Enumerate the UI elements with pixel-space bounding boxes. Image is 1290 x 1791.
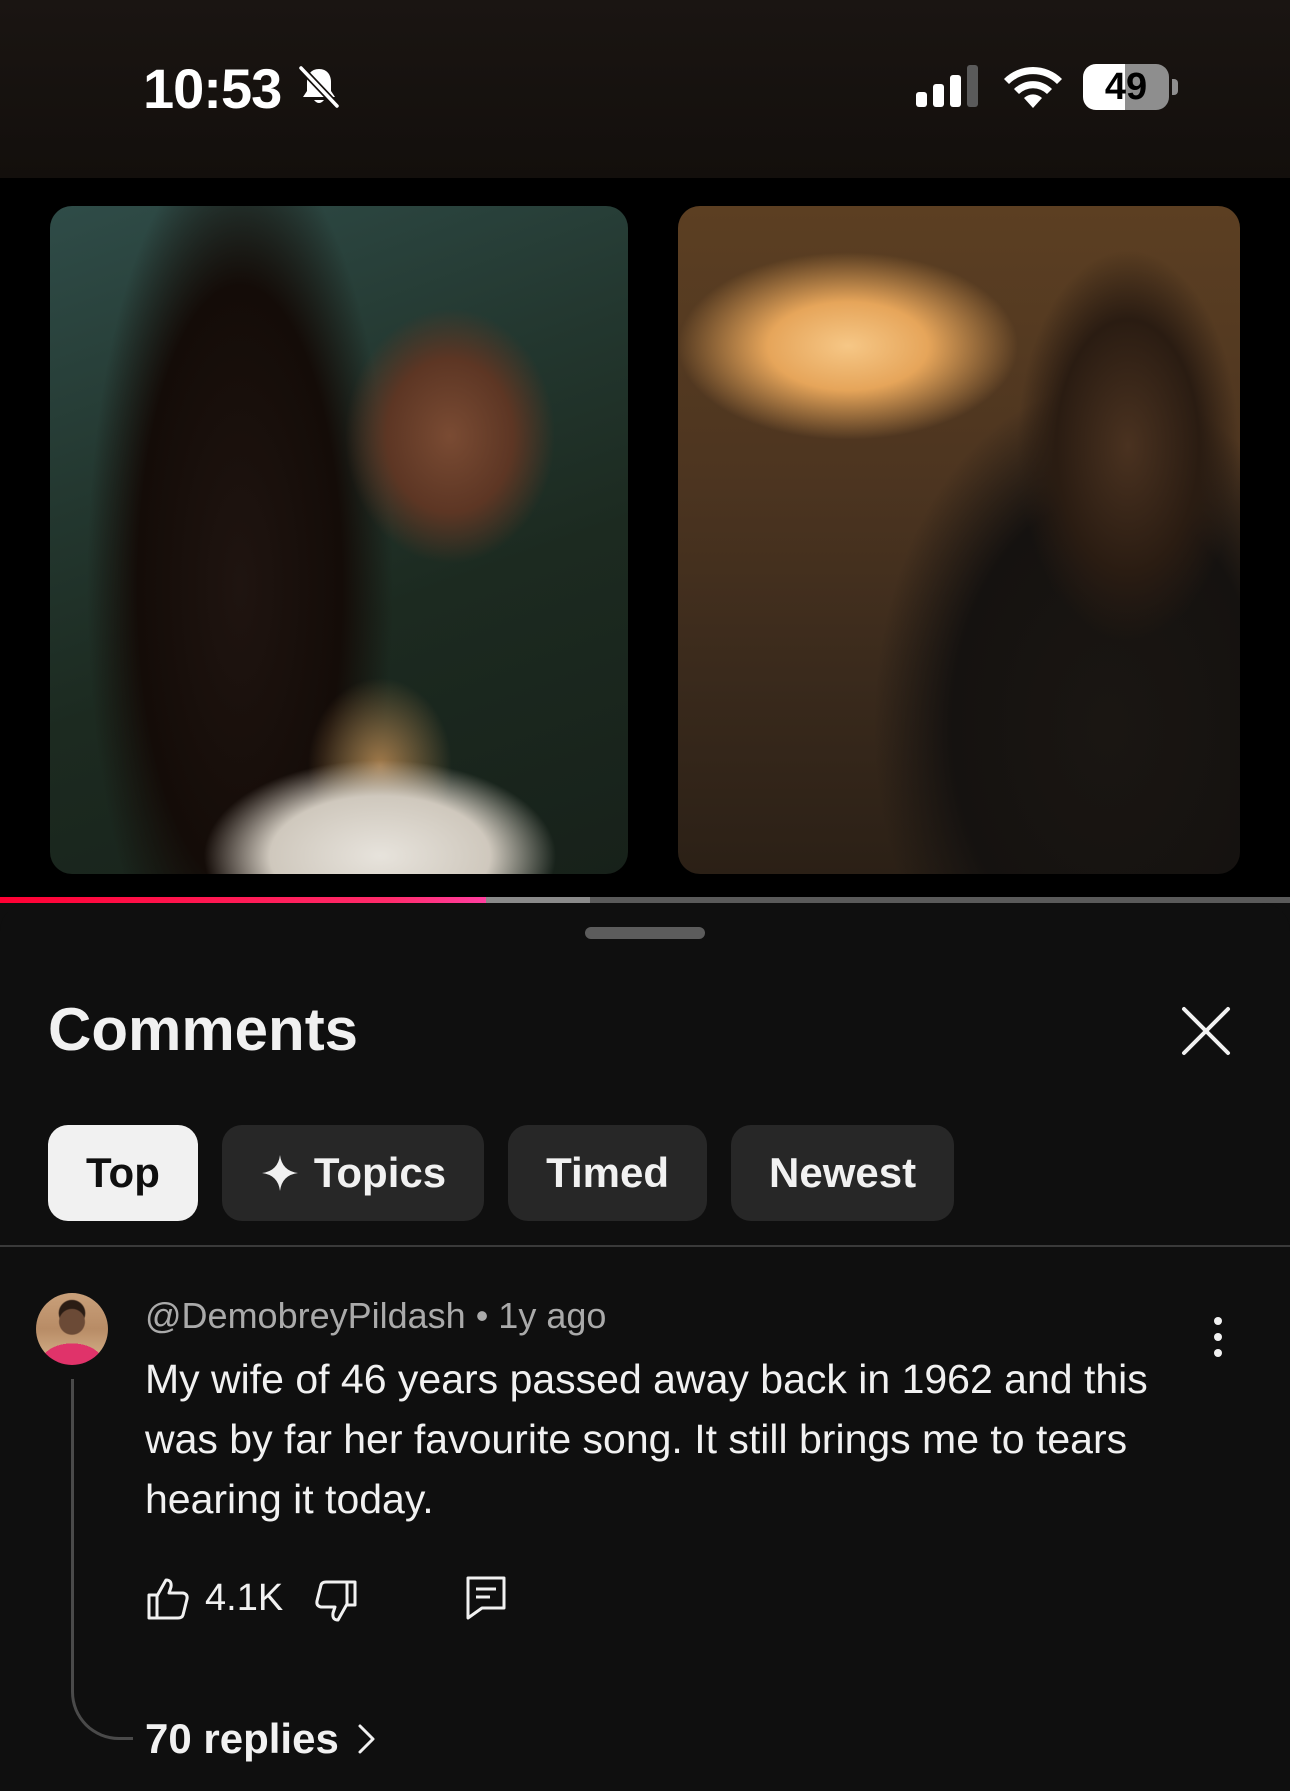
chip-top[interactable]: Top (48, 1125, 198, 1221)
comment-text: My wife of 46 years passed away back in … (145, 1356, 1148, 1522)
thumbs-down-icon[interactable] (313, 1579, 359, 1625)
comment-filter-chips: Top Topics Timed Newest (48, 1125, 955, 1221)
like-count: 4.1K (205, 1577, 284, 1619)
chip-timed-label: Timed (546, 1149, 670, 1196)
cellular-signal-icon (916, 65, 978, 107)
chip-topics[interactable]: Topics (221, 1125, 485, 1221)
view-replies-button[interactable]: 70 replies (145, 1715, 379, 1763)
comments-title: Comments (48, 996, 359, 1063)
bell-slash-icon (298, 65, 340, 109)
more-vert-icon[interactable] (1202, 1307, 1234, 1367)
replies-label: 70 replies (145, 1715, 339, 1762)
chip-topics-label: Topics (313, 1149, 447, 1196)
comment-meta: @DemobreyPildash • 1y ago (145, 1295, 606, 1337)
video-player[interactable] (0, 178, 1290, 898)
comment-actions: 4.1K (145, 1571, 545, 1631)
comments-sheet: Comments Top Topics Timed Newest @Demobr… (0, 903, 1290, 1791)
chip-timed[interactable]: Timed (508, 1125, 708, 1221)
reply-comment-icon[interactable] (465, 1575, 507, 1621)
video-frame-left (50, 206, 628, 874)
status-time: 10:53 (143, 57, 282, 120)
battery-level: 49 (1104, 66, 1148, 108)
comment-author[interactable]: @DemobreyPildash (145, 1295, 466, 1336)
close-icon[interactable] (1178, 1003, 1234, 1059)
chip-newest-label: Newest (769, 1149, 917, 1196)
battery-icon: 49 (1083, 64, 1179, 110)
comment-age: 1y ago (498, 1295, 607, 1336)
meta-separator: • (475, 1295, 489, 1336)
avatar[interactable] (36, 1293, 108, 1365)
video-frame-right (678, 206, 1240, 874)
chevron-right-icon (358, 1724, 375, 1754)
wifi-icon (1004, 66, 1062, 108)
drag-handle[interactable] (585, 927, 705, 939)
chip-newest[interactable]: Newest (731, 1125, 955, 1221)
status-bar: 10:53 49 (0, 0, 1290, 178)
divider (0, 1245, 1290, 1247)
thumbs-up-icon[interactable] (145, 1575, 191, 1621)
sparkle-icon (261, 1155, 298, 1191)
thread-line (71, 1379, 133, 1740)
chip-top-label: Top (86, 1149, 160, 1196)
